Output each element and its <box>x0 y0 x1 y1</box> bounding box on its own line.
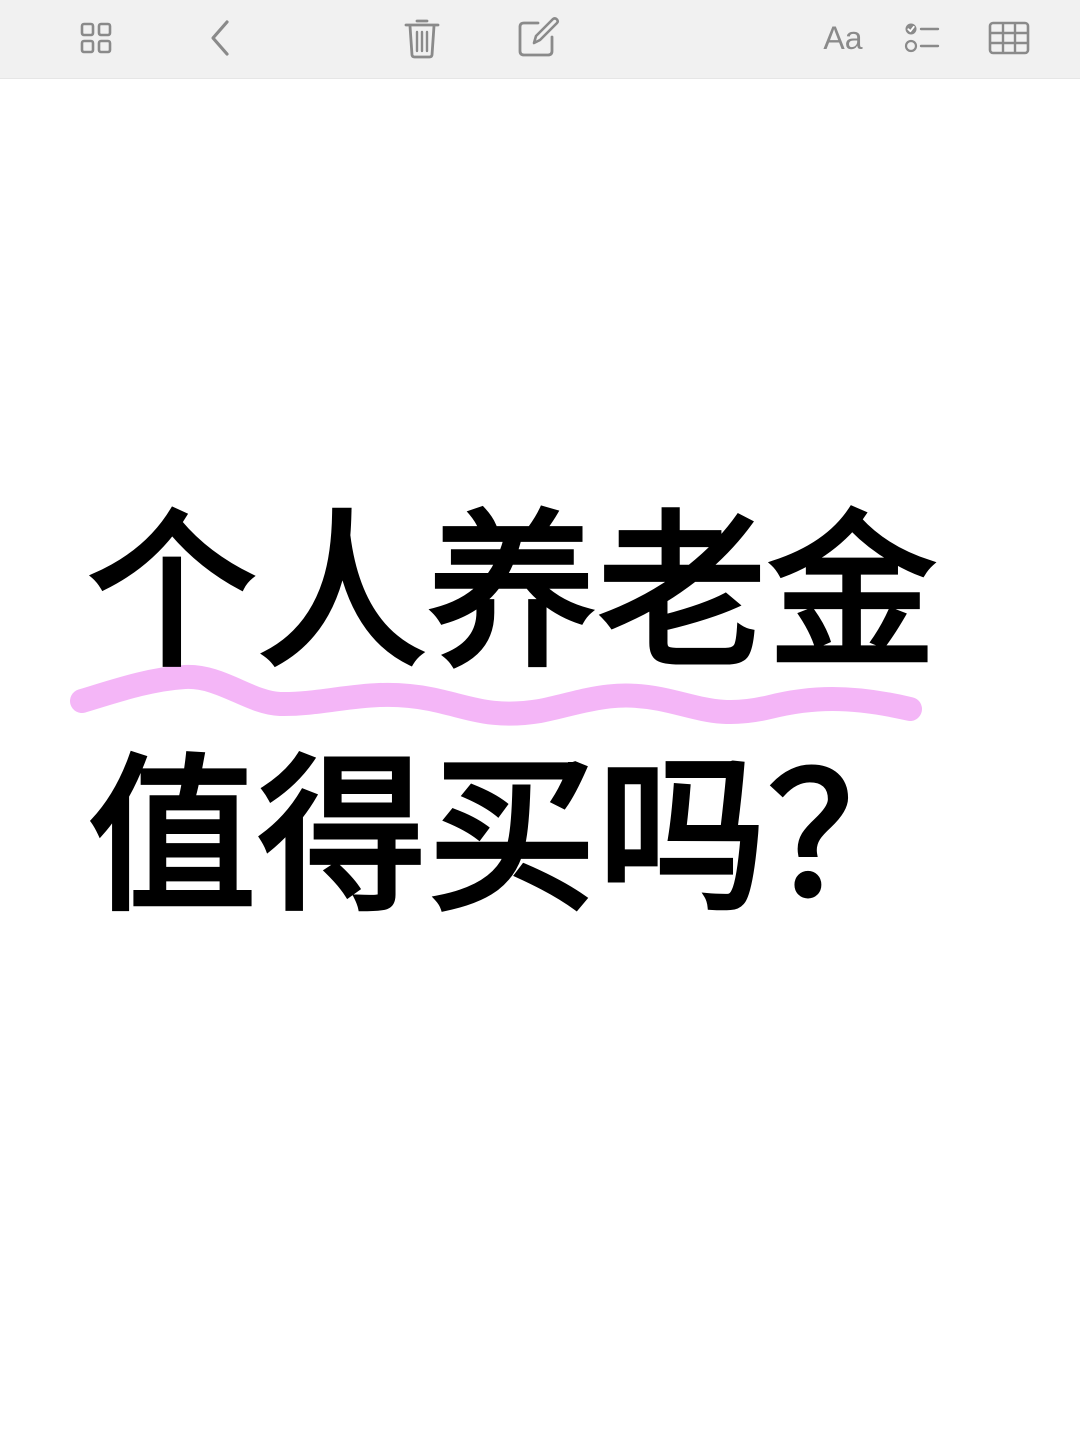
table-button[interactable] <box>986 10 1032 66</box>
back-button[interactable] <box>200 10 240 66</box>
table-icon <box>988 21 1030 55</box>
headline-line-2: 值得买吗？ <box>88 739 938 935</box>
checklist-button[interactable] <box>902 10 942 66</box>
delete-button[interactable] <box>400 10 444 66</box>
back-icon <box>211 20 229 56</box>
checklist-icon <box>904 23 940 53</box>
grid-view-button[interactable] <box>74 10 118 66</box>
note-body[interactable]: 个人养老金 值得买吗？ <box>0 79 1080 1440</box>
trash-icon <box>404 19 440 59</box>
compose-button[interactable] <box>512 10 562 66</box>
notes-app-screen: Aa 个人养老金 值得买吗？ <box>0 0 1080 1440</box>
headline-line-1: 个人养老金 <box>88 495 938 691</box>
compose-icon <box>518 17 560 57</box>
top-toolbar: Aa <box>0 0 1080 79</box>
format-text-label: Aa <box>823 19 863 56</box>
grid-view-icon <box>80 22 112 54</box>
format-text-button[interactable]: Aa <box>818 10 868 66</box>
